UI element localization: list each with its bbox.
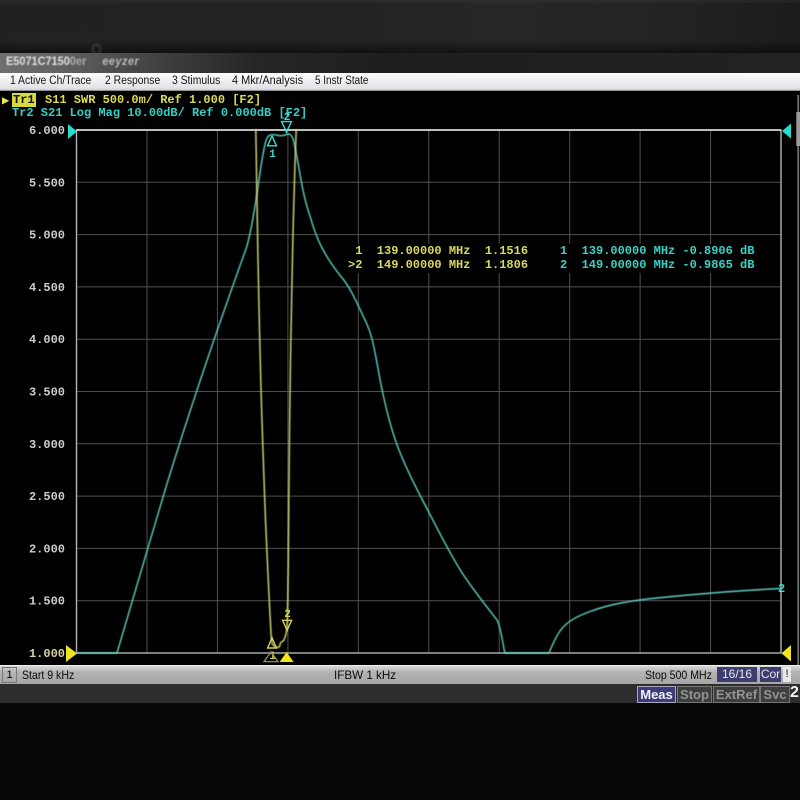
svg-text:6.000: 6.000 [29,124,65,138]
svg-text:4.000: 4.000 [29,333,65,347]
svg-text:1.000: 1.000 [29,647,65,661]
svg-text:2: 2 [778,582,785,596]
svg-text:5.500: 5.500 [29,176,65,190]
svg-text:4.500: 4.500 [29,281,65,295]
svg-text:2.000: 2.000 [29,542,65,556]
svg-text:1.500: 1.500 [29,595,65,609]
svg-text:2: 2 [284,112,291,124]
svg-text:1: 1 [269,149,276,161]
svg-text:2.500: 2.500 [29,490,65,504]
svg-text:2: 2 [284,609,291,621]
svg-text:5.000: 5.000 [29,229,65,243]
svg-text:3.000: 3.000 [29,438,65,452]
svg-text:3.500: 3.500 [29,386,65,400]
